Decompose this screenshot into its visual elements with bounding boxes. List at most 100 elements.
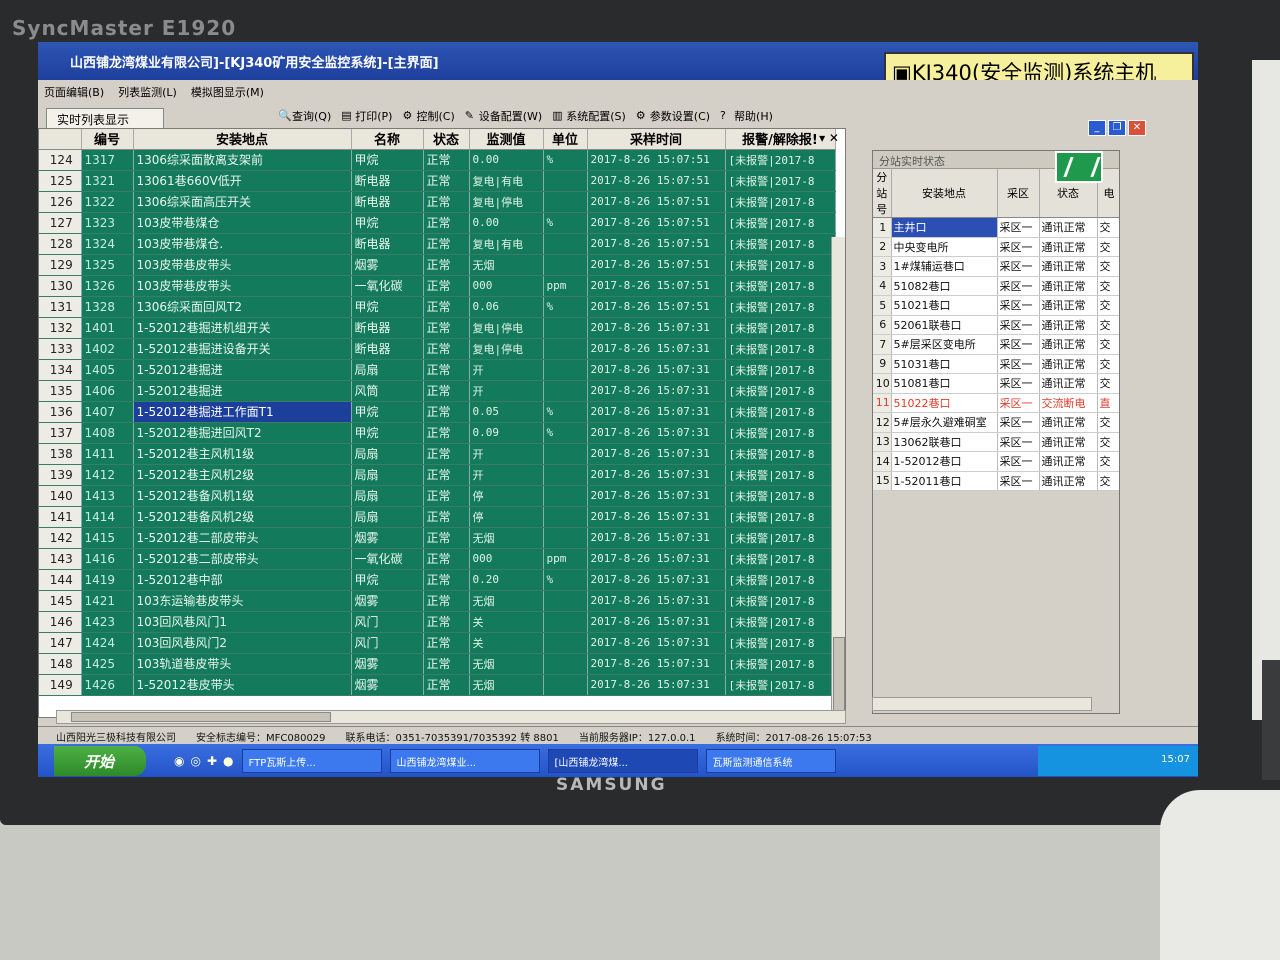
table-row[interactable]: 147 1424 103回风巷风门2 风门 正常关 2017-8-26 15:07:31[… — [39, 632, 836, 654]
cell-value: 停 — [469, 485, 544, 507]
close-button[interactable]: ✕ — [1128, 120, 1146, 136]
grid-vertical-scrollbar[interactable] — [831, 237, 845, 717]
header-name[interactable]: 名称 — [351, 129, 424, 150]
table-row[interactable]: 125 1321 13061巷660V低开 断电器 正常 复电|有电 2017-8-26 1… — [39, 170, 836, 192]
cell-state: 正常 — [423, 254, 470, 276]
quick-launch-icon[interactable]: ✚ — [207, 754, 217, 768]
tool-print[interactable]: ▤ 打印(P) — [341, 106, 392, 126]
sub-cell-no: 5 — [873, 295, 892, 316]
tool-params[interactable]: ⚙ 参数设置(C) — [636, 106, 710, 126]
cell-location: 1-52012巷掘进 — [133, 380, 352, 402]
grid-vscroll-thumb[interactable] — [833, 637, 845, 717]
table-row[interactable]: 139 1412 1-52012巷主风机2级 局扇 正常开 2017-8-26 15:07… — [39, 464, 836, 486]
sub-cell-location: 中央变电所 — [891, 237, 998, 257]
sub-header-no[interactable]: 分站号 — [873, 169, 892, 218]
table-row[interactable]: 149 1426 1-52012巷皮带头 烟雾 正常 无烟 2017-8-26 15:07:… — [39, 674, 836, 696]
table-row[interactable]: 142 1415 1-52012巷二部皮带头 烟雾 正常 无烟 2017-8-26 15:0… — [39, 527, 836, 549]
table-row[interactable]: 146 1423 103回风巷风门1 风门 正常关 2017-8-26 15:07:31[… — [39, 611, 836, 633]
restore-button[interactable]: ❐ — [1108, 120, 1126, 136]
table-row[interactable]: 134 1405 1-52012巷掘进 局扇 正常开 2017-8-26 15:07:31… — [39, 359, 836, 381]
quick-launch-icon[interactable]: ◉ — [174, 754, 184, 768]
table-row[interactable]: 145 1421 103东运输巷皮带头 烟雾 正常 无烟 2017-8-26 15:07:3… — [39, 590, 836, 612]
table-row[interactable]: 127 1323 103皮带巷煤仓 甲烷 正常 0.00% 2017-8-26 15:07:… — [39, 212, 836, 234]
substation-row[interactable]: 10 51081巷口 采区一 通讯正常交 — [873, 373, 1119, 394]
task-ftp-upload[interactable]: FTP瓦斯上传... — [241, 748, 382, 773]
row-number: 125 — [39, 170, 82, 192]
table-row[interactable]: 144 1419 1-52012巷中部 甲烷 正常 0.20% 2017-8-26 15:0… — [39, 569, 836, 591]
sub-header-area[interactable]: 采区 — [997, 169, 1040, 218]
header-code[interactable]: 编号 — [81, 129, 134, 150]
tool-query[interactable]: 🔍 查询(Q) — [278, 106, 331, 126]
quick-launch-icon[interactable]: ◎ — [190, 754, 200, 768]
grid-close-icon[interactable]: ▾ ✕ — [819, 131, 839, 145]
menu-item-list-monitor[interactable]: 列表监测(L) — [118, 84, 177, 102]
table-row[interactable]: 133 1402 1-52012巷掘进设备开关 断电器 正常 复电|停电 2017-8-26… — [39, 338, 836, 360]
task-gas-comm[interactable]: 瓦斯监测通信系统 — [705, 748, 836, 773]
sub-header-location[interactable]: 安装地点 — [891, 169, 998, 218]
cell-alarm: [未报警|2017-8 — [725, 317, 836, 339]
cell-state: 正常 — [423, 233, 470, 255]
substation-row[interactable]: 2 中央变电所 采区一 通讯正常交 — [873, 237, 1119, 257]
cell-code: 1423 — [81, 611, 134, 633]
table-row[interactable]: 128 1324 103皮带巷煤仓. 断电器 正常 复电|有电 2017-8-26 15:0… — [39, 233, 836, 255]
task-company-window[interactable]: 山西铺龙湾煤业... — [389, 748, 540, 773]
substation-row[interactable]: 13 13062联巷口 采区一 通讯正常交 — [873, 432, 1119, 452]
task-main-window[interactable]: [山西铺龙湾煤... — [547, 748, 698, 773]
table-row[interactable]: 148 1425 103轨道巷皮带头 烟雾 正常 无烟 2017-8-26 15:07:31… — [39, 653, 836, 675]
minimize-button[interactable]: _ — [1088, 120, 1106, 136]
start-button[interactable]: 开始 — [54, 745, 146, 776]
substation-row[interactable]: 5 51021巷口 采区一 通讯正常交 — [873, 295, 1119, 316]
menu-item-page-edit[interactable]: 页面编辑(B) — [44, 84, 104, 102]
header-value[interactable]: 监测值 — [469, 129, 544, 150]
header-sample-time[interactable]: 采样时间 — [587, 129, 726, 150]
sub-cell-state: 通讯正常 — [1039, 334, 1098, 355]
row-number: 148 — [39, 653, 82, 675]
sub-cell-state: 通讯正常 — [1039, 432, 1098, 452]
substation-row[interactable]: 3 1#煤辅运巷口 采区一 通讯正常交 — [873, 256, 1119, 277]
table-row[interactable]: 132 1401 1-52012巷掘进机组开关 断电器 正常 复电|停电 2017-8-26… — [39, 317, 836, 339]
menu-item-diagram[interactable]: 模拟图显示(M) — [191, 84, 264, 102]
grid-horizontal-scrollbar[interactable] — [56, 710, 846, 724]
cell-alarm: [未报警|2017-8 — [725, 443, 836, 465]
substation-row[interactable]: 12 5#层永久避难硐室 采区一 通讯正常交 — [873, 412, 1119, 433]
table-row[interactable]: 135 1406 1-52012巷掘进 风筒 正常开 2017-8-26 15:07:31… — [39, 380, 836, 402]
table-row[interactable]: 138 1411 1-52012巷主风机1级 局扇 正常开 2017-8-26 15:07… — [39, 443, 836, 465]
table-row[interactable]: 126 1322 1306综采面高压开关 断电器 正常 复电|停电 2017-8-26 15… — [39, 191, 836, 213]
table-row[interactable]: 131 1328 1306综采面回风T2 甲烷 正常 0.06% 2017-8-26 15:… — [39, 296, 836, 318]
table-row[interactable]: 140 1413 1-52012巷备风机1级 局扇 正常停 2017-8-26 15:07… — [39, 485, 836, 507]
cell-alarm: [未报警|2017-8 — [725, 170, 836, 192]
header-state[interactable]: 状态 — [423, 129, 470, 150]
table-row[interactable]: 129 1325 103皮带巷皮带头 烟雾 正常 无烟 2017-8-26 15:07:51… — [39, 254, 836, 276]
substation-horizontal-scrollbar[interactable] — [872, 697, 1092, 711]
tab-realtime-list[interactable]: 实时列表显示 — [46, 108, 164, 128]
tool-help[interactable]: ? 帮助(H) — [720, 106, 773, 126]
substation-row[interactable]: 7 5#层采区变电所 采区一 通讯正常交 — [873, 334, 1119, 355]
tool-device-config[interactable]: ✎ 设备配置(W) — [465, 106, 542, 126]
substation-row[interactable]: 4 51082巷口 采区一 通讯正常交 — [873, 276, 1119, 296]
substation-row[interactable]: 6 52061联巷口 采区一 通讯正常交 — [873, 315, 1119, 335]
quick-launch-icon[interactable]: ● — [223, 754, 233, 768]
table-row[interactable]: 143 1416 1-52012巷二部皮带头 一氧化碳 正常 000 ppm 2017-8-2… — [39, 548, 836, 570]
header-unit[interactable]: 单位 — [543, 129, 588, 150]
header-location[interactable]: 安装地点 — [133, 129, 352, 150]
substation-row[interactable]: 11 51022巷口 采区一 交流断电直 — [873, 393, 1119, 413]
cell-sample-time: 2017-8-26 15:07:31 — [587, 485, 726, 507]
substation-row[interactable]: 1 主井口 采区一 通讯正常交 — [873, 217, 1119, 238]
tool-control[interactable]: ⚙ 控制(C) — [402, 106, 454, 126]
table-row[interactable]: 141 1414 1-52012巷备风机2级 局扇 正常停 2017-8-26 15:07… — [39, 506, 836, 528]
substation-row[interactable]: 9 51031巷口 采区一 通讯正常交 — [873, 354, 1119, 374]
cell-location: 1306综采面散离支架前 — [133, 149, 352, 171]
table-row[interactable]: 137 1408 1-52012巷掘进回风T2 甲烷 正常 0.09% 2017-8-26 … — [39, 422, 836, 444]
table-row[interactable]: 136 1407 1-52012巷掘进工作面T1 甲烷 正常 0.05% 2017-8-26… — [39, 401, 836, 423]
cell-unit: % — [543, 569, 588, 591]
table-row[interactable]: 124 1317 1306综采面散离支架前 甲烷 正常 0.00% 2017-8-26 15… — [39, 149, 836, 171]
tool-system-config[interactable]: ▥ 系统配置(S) — [552, 106, 626, 126]
task-label: FTP瓦斯上传... — [248, 757, 316, 769]
cell-sample-time: 2017-8-26 15:07:31 — [587, 674, 726, 696]
grid-hscroll-thumb[interactable] — [71, 712, 331, 722]
substation-row[interactable]: 14 1-52012巷口 采区一 通讯正常交 — [873, 451, 1119, 472]
substation-row[interactable]: 15 1-52011巷口 采区一 通讯正常交 — [873, 471, 1119, 491]
tool-system-config-label: 系统配置(S) — [566, 110, 626, 123]
tray-clock: 15:07 — [1161, 753, 1190, 765]
table-row[interactable]: 130 1326 103皮带巷皮带头 一氧化碳 正常 000 ppm 2017-8-26 15… — [39, 275, 836, 297]
